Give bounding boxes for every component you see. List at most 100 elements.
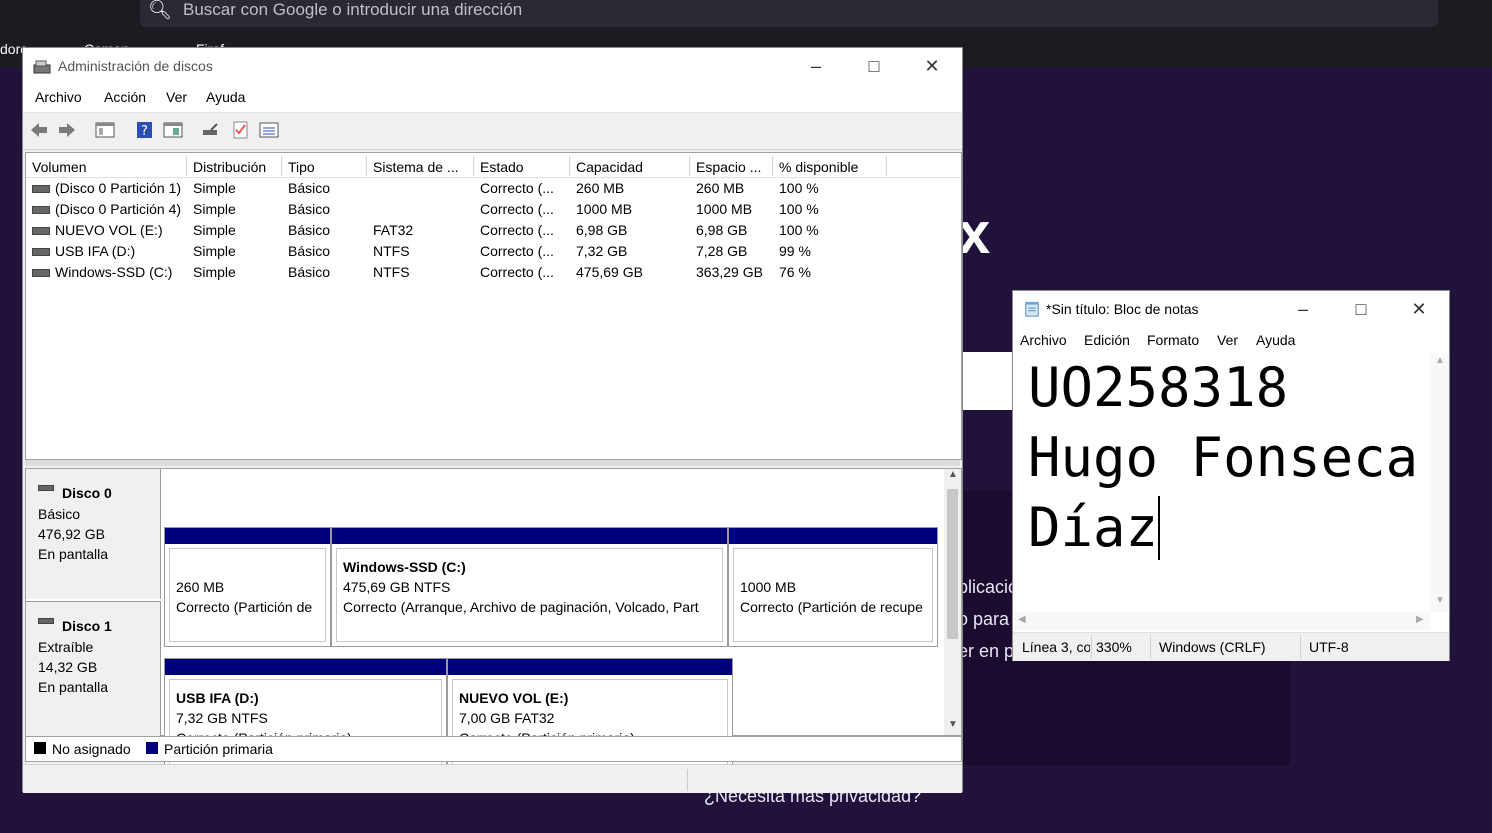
- text-editor[interactable]: UO258318 Hugo Fonseca Díaz: [1014, 353, 1431, 612]
- pane-splitter[interactable]: [25, 460, 960, 466]
- partition-name: Windows-SSD (C:): [343, 559, 466, 575]
- volume-row[interactable]: USB IFA (D:) Simple Básico NTFS Correcto (..…: [26, 243, 961, 264]
- graph-vertical-scrollbar[interactable]: ▲ ▼: [944, 469, 961, 735]
- volume-cell: USB IFA (D:): [32, 243, 182, 259]
- menu-ayuda[interactable]: Ayuda: [1256, 332, 1295, 348]
- disk-type: Extraíble: [38, 639, 94, 655]
- scroll-up-icon[interactable]: ▲: [948, 469, 958, 480]
- disk-type: Básico: [38, 506, 81, 522]
- browser-promo-text: plicació: [958, 577, 1019, 597]
- scroll-up-icon[interactable]: ▲: [1435, 355, 1445, 366]
- volume-row[interactable]: (Disco 0 Partición 4) Simple Básico Correct…: [26, 201, 961, 222]
- menu-ver[interactable]: Ver: [1217, 332, 1238, 348]
- scroll-right-icon[interactable]: ▶: [1416, 614, 1424, 625]
- status-bar: [23, 764, 962, 793]
- drive-icon: [32, 185, 50, 194]
- menu-accion[interactable]: Acción: [104, 89, 146, 105]
- volume-row[interactable]: (Disco 0 Partición 1) Simple Básico Correct…: [26, 180, 961, 201]
- column-header[interactable]: Capacidad: [570, 156, 690, 176]
- disk-management-window: Administración de discos – □ ✕ Archivo A…: [22, 47, 963, 793]
- forward-arrow-icon[interactable]: [57, 121, 77, 139]
- column-header[interactable]: Distribución: [187, 156, 282, 176]
- partition-windows-ssd[interactable]: Windows-SSD (C:) 475,69 GB NTFS Correcto…: [331, 527, 728, 647]
- disk-icon: [38, 479, 59, 495]
- column-header[interactable]: Estado: [474, 156, 570, 176]
- disk-size: 476,92 GB: [38, 526, 105, 542]
- volume-cell: FAT32: [373, 222, 414, 238]
- volume-cell: Básico: [288, 222, 331, 238]
- notepad-window: *Sin título: Bloc de notas – □ ✕ Archivo…: [1012, 290, 1450, 661]
- maximize-button[interactable]: □: [1332, 291, 1390, 329]
- window-title: *Sin título: Bloc de notas: [1046, 301, 1199, 317]
- properties-icon[interactable]: [163, 121, 183, 139]
- address-placeholder: Buscar con Google o introducir una direc…: [183, 0, 523, 19]
- connect-icon[interactable]: [201, 121, 221, 139]
- legend-primary: Partición primaria: [164, 741, 273, 757]
- partition-size: 475,69 GB NTFS: [343, 579, 451, 595]
- back-arrow-icon[interactable]: [29, 121, 49, 139]
- close-button[interactable]: ✕: [903, 48, 961, 86]
- menu-formato[interactable]: Formato: [1147, 332, 1199, 348]
- close-button[interactable]: ✕: [1390, 291, 1448, 329]
- column-header[interactable]: Sistema de ...: [367, 156, 474, 176]
- scroll-down-icon[interactable]: ▼: [948, 719, 958, 730]
- partition-disk0-p3[interactable]: 1000 MB Correcto (Partición de recupe: [728, 527, 938, 647]
- browser-address-bar[interactable]: 🔍︎ Buscar con Google o introducir una di…: [140, 0, 1438, 27]
- menu-archivo[interactable]: Archivo: [35, 89, 82, 105]
- minimize-button[interactable]: –: [1274, 291, 1332, 329]
- minimize-button[interactable]: –: [787, 48, 845, 86]
- partition-bar: [729, 528, 937, 544]
- partition-status: Correcto (Arranque, Archivo de paginació…: [343, 599, 699, 615]
- menu-edicion[interactable]: Edición: [1084, 332, 1130, 348]
- maximize-button[interactable]: □: [845, 48, 903, 86]
- partition-status: Correcto (Partición de: [176, 599, 313, 615]
- console-tree-icon[interactable]: [95, 121, 115, 139]
- scroll-left-icon[interactable]: ◀: [1018, 614, 1026, 625]
- volume-list-header: Volumen Distribución Tipo Sistema de ...…: [26, 153, 961, 178]
- title-bar[interactable]: *Sin título: Bloc de notas – □ ✕: [1013, 291, 1449, 329]
- drive-icon: [32, 269, 50, 278]
- toolbar: ?: [23, 113, 962, 150]
- vertical-scrollbar[interactable]: ▲ ▼: [1431, 353, 1449, 612]
- title-bar[interactable]: Administración de discos – □ ✕: [23, 48, 962, 86]
- column-header[interactable]: Volumen: [26, 156, 187, 176]
- drive-icon: [32, 206, 50, 215]
- partition-size: 7,32 GB NTFS: [176, 710, 268, 726]
- partition-disk0-p1[interactable]: 260 MB Correcto (Partición de: [164, 527, 331, 647]
- menu-ayuda[interactable]: Ayuda: [206, 89, 245, 105]
- volume-cell: Simple: [193, 222, 236, 238]
- disk-size: 14,32 GB: [38, 659, 98, 675]
- partition-name: NUEVO VOL (E:): [459, 690, 569, 706]
- volume-cell: Correcto (...: [480, 180, 554, 196]
- partition-bar: [165, 528, 330, 544]
- partition-bar: [448, 659, 732, 675]
- menu-archivo[interactable]: Archivo: [1020, 332, 1067, 348]
- column-header[interactable]: % disponible: [773, 156, 887, 176]
- list-view-icon[interactable]: [259, 121, 279, 139]
- disk-1-label[interactable]: Disco 1 Extraíble 14,32 GB En pantalla: [26, 601, 161, 736]
- legend-bar: No asignado Partición primaria: [25, 736, 962, 762]
- menu-ver[interactable]: Ver: [166, 89, 187, 105]
- volume-row[interactable]: NUEVO VOL (E:) Simple Básico FAT32 Correcto …: [26, 222, 961, 243]
- scroll-down-icon[interactable]: ▼: [1435, 595, 1445, 606]
- disk-0-label[interactable]: Disco 0 Básico 476,92 GB En pantalla: [26, 469, 161, 599]
- horizontal-scrollbar[interactable]: ◀ ▶: [1014, 612, 1431, 630]
- volume-row[interactable]: Windows-SSD (C:) Simple Básico NTFS Correcto…: [26, 264, 961, 285]
- column-header[interactable]: Tipo: [282, 156, 367, 176]
- checklist-icon[interactable]: [231, 121, 251, 139]
- volume-cell: (Disco 0 Partición 4): [32, 201, 182, 217]
- line-ending: Windows (CRLF): [1159, 639, 1266, 655]
- volume-cell: Correcto (...: [480, 201, 554, 217]
- help-icon[interactable]: ?: [135, 121, 155, 139]
- browser-search-box[interactable]: [960, 352, 1016, 410]
- scrollbar-thumb[interactable]: [947, 489, 958, 639]
- column-header[interactable]: Espacio ...: [690, 156, 773, 176]
- disk-management-icon: [33, 60, 51, 74]
- partition-size: 7,00 GB FAT32: [459, 710, 555, 726]
- svg-text:?: ?: [141, 124, 148, 139]
- volume-cell: 99 %: [779, 243, 811, 259]
- partition-name: USB IFA (D:): [176, 690, 259, 706]
- cursor-position: Línea 3, co: [1022, 639, 1090, 655]
- volume-cell: NTFS: [373, 264, 410, 280]
- text-line: Hugo Fonseca: [1028, 426, 1419, 489]
